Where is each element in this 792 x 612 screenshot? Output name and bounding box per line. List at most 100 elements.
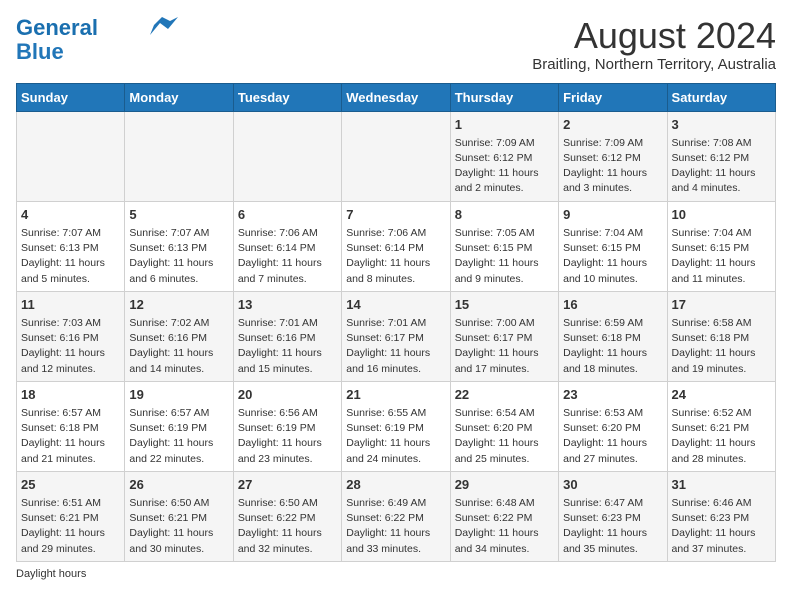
calendar-cell: 10 Sunrise: 7:04 AM Sunset: 6:15 PM Dayli… [667,201,775,291]
day-info: Sunrise: 7:00 AM Sunset: 6:17 PM Dayligh… [455,316,554,377]
calendar-cell: 7 Sunrise: 7:06 AM Sunset: 6:14 PM Daylig… [342,201,450,291]
col-header-friday: Friday [559,83,667,111]
day-info: Sunrise: 7:02 AM Sunset: 6:16 PM Dayligh… [129,316,228,377]
day-number: 25 [21,476,120,494]
day-info: Sunrise: 7:07 AM Sunset: 6:13 PM Dayligh… [21,226,120,287]
calendar-cell: 14 Sunrise: 7:01 AM Sunset: 6:17 PM Dayli… [342,291,450,381]
day-number: 13 [238,296,337,314]
col-header-monday: Monday [125,83,233,111]
day-info: Sunrise: 6:59 AM Sunset: 6:18 PM Dayligh… [563,316,662,377]
day-info: Sunrise: 7:06 AM Sunset: 6:14 PM Dayligh… [346,226,445,287]
day-number: 12 [129,296,228,314]
day-info: Sunrise: 6:57 AM Sunset: 6:19 PM Dayligh… [129,406,228,467]
day-number: 9 [563,206,662,224]
logo-blue: Blue [16,40,64,64]
day-number: 3 [672,116,771,134]
day-info: Sunrise: 6:57 AM Sunset: 6:18 PM Dayligh… [21,406,120,467]
day-number: 4 [21,206,120,224]
day-info: Sunrise: 6:46 AM Sunset: 6:23 PM Dayligh… [672,496,771,557]
calendar-cell: 23Sunrise: 6:53 AM Sunset: 6:20 PM Dayli… [559,381,667,471]
footer-note: Daylight hours [16,568,776,580]
calendar-cell: 20Sunrise: 6:56 AM Sunset: 6:19 PM Dayli… [233,381,341,471]
day-info: Sunrise: 7:03 AM Sunset: 6:16 PM Dayligh… [21,316,120,377]
calendar-cell: 3 Sunrise: 7:08 AM Sunset: 6:12 PM Daylig… [667,111,775,201]
calendar-cell: 27Sunrise: 6:50 AM Sunset: 6:22 PM Dayli… [233,471,341,561]
calendar-table: SundayMondayTuesdayWednesdayThursdayFrid… [16,83,776,562]
calendar-cell: 29Sunrise: 6:48 AM Sunset: 6:22 PM Dayli… [450,471,558,561]
logo-bird-icon [150,17,178,35]
col-header-tuesday: Tuesday [233,83,341,111]
day-info: Sunrise: 7:04 AM Sunset: 6:15 PM Dayligh… [563,226,662,287]
calendar-cell: 15 Sunrise: 7:00 AM Sunset: 6:17 PM Dayli… [450,291,558,381]
calendar-cell: 11Sunrise: 7:03 AM Sunset: 6:16 PM Dayli… [17,291,125,381]
calendar-cell: 19Sunrise: 6:57 AM Sunset: 6:19 PM Dayli… [125,381,233,471]
calendar-cell: 22Sunrise: 6:54 AM Sunset: 6:20 PM Dayli… [450,381,558,471]
logo-general: General [16,15,98,40]
day-number: 7 [346,206,445,224]
day-info: Sunrise: 7:01 AM Sunset: 6:17 PM Dayligh… [346,316,445,377]
calendar-cell [342,111,450,201]
calendar-cell: 21 Sunrise: 6:55 AM Sunset: 6:19 PM Dayli… [342,381,450,471]
day-info: Sunrise: 7:07 AM Sunset: 6:13 PM Dayligh… [129,226,228,287]
day-info: Sunrise: 7:06 AM Sunset: 6:14 PM Dayligh… [238,226,337,287]
day-number: 20 [238,386,337,404]
calendar-subtitle: Braitling, Northern Territory, Australia [532,56,776,73]
calendar-week-3: 11Sunrise: 7:03 AM Sunset: 6:16 PM Dayli… [17,291,776,381]
day-info: Sunrise: 6:47 AM Sunset: 6:23 PM Dayligh… [563,496,662,557]
calendar-cell: 12 Sunrise: 7:02 AM Sunset: 6:16 PM Dayli… [125,291,233,381]
title-block: August 2024 Braitling, Northern Territor… [532,16,776,73]
daylight-hours-label: Daylight hours [16,568,86,580]
day-number: 14 [346,296,445,314]
logo: General Blue [16,16,178,64]
day-info: Sunrise: 6:49 AM Sunset: 6:22 PM Dayligh… [346,496,445,557]
day-info: Sunrise: 7:09 AM Sunset: 6:12 PM Dayligh… [455,136,554,197]
day-info: Sunrise: 7:05 AM Sunset: 6:15 PM Dayligh… [455,226,554,287]
calendar-cell: 8 Sunrise: 7:05 AM Sunset: 6:15 PM Daylig… [450,201,558,291]
day-info: Sunrise: 7:01 AM Sunset: 6:16 PM Dayligh… [238,316,337,377]
calendar-header-row: SundayMondayTuesdayWednesdayThursdayFrid… [17,83,776,111]
calendar-cell [17,111,125,201]
day-number: 6 [238,206,337,224]
calendar-cell: 17Sunrise: 6:58 AM Sunset: 6:18 PM Dayli… [667,291,775,381]
day-number: 17 [672,296,771,314]
calendar-cell: 18Sunrise: 6:57 AM Sunset: 6:18 PM Dayli… [17,381,125,471]
calendar-cell: 31Sunrise: 6:46 AM Sunset: 6:23 PM Dayli… [667,471,775,561]
logo-text: General [16,16,98,40]
calendar-cell: 5 Sunrise: 7:07 AM Sunset: 6:13 PM Daylig… [125,201,233,291]
day-number: 24 [672,386,771,404]
day-number: 28 [346,476,445,494]
calendar-cell: 24 Sunrise: 6:52 AM Sunset: 6:21 PM Dayli… [667,381,775,471]
calendar-week-1: 1 Sunrise: 7:09 AM Sunset: 6:12 PM Daylig… [17,111,776,201]
calendar-cell: 1 Sunrise: 7:09 AM Sunset: 6:12 PM Daylig… [450,111,558,201]
day-info: Sunrise: 7:08 AM Sunset: 6:12 PM Dayligh… [672,136,771,197]
day-number: 1 [455,116,554,134]
calendar-cell: 13 Sunrise: 7:01 AM Sunset: 6:16 PM Dayli… [233,291,341,381]
day-info: Sunrise: 7:04 AM Sunset: 6:15 PM Dayligh… [672,226,771,287]
day-number: 8 [455,206,554,224]
day-info: Sunrise: 7:09 AM Sunset: 6:12 PM Dayligh… [563,136,662,197]
col-header-sunday: Sunday [17,83,125,111]
calendar-week-5: 25Sunrise: 6:51 AM Sunset: 6:21 PM Dayli… [17,471,776,561]
calendar-cell: 6 Sunrise: 7:06 AM Sunset: 6:14 PM Daylig… [233,201,341,291]
day-number: 26 [129,476,228,494]
day-number: 22 [455,386,554,404]
day-info: Sunrise: 6:52 AM Sunset: 6:21 PM Dayligh… [672,406,771,467]
calendar-week-4: 18Sunrise: 6:57 AM Sunset: 6:18 PM Dayli… [17,381,776,471]
calendar-cell: 16Sunrise: 6:59 AM Sunset: 6:18 PM Dayli… [559,291,667,381]
col-header-thursday: Thursday [450,83,558,111]
day-number: 23 [563,386,662,404]
day-number: 21 [346,386,445,404]
calendar-cell [125,111,233,201]
day-number: 30 [563,476,662,494]
day-number: 15 [455,296,554,314]
calendar-title: August 2024 [532,16,776,56]
day-number: 10 [672,206,771,224]
day-info: Sunrise: 6:48 AM Sunset: 6:22 PM Dayligh… [455,496,554,557]
day-info: Sunrise: 6:55 AM Sunset: 6:19 PM Dayligh… [346,406,445,467]
header: General Blue August 2024 Braitling, Nort… [16,16,776,73]
calendar-cell: 28 Sunrise: 6:49 AM Sunset: 6:22 PM Dayli… [342,471,450,561]
col-header-wednesday: Wednesday [342,83,450,111]
day-number: 5 [129,206,228,224]
calendar-cell: 9 Sunrise: 7:04 AM Sunset: 6:15 PM Daylig… [559,201,667,291]
day-info: Sunrise: 6:50 AM Sunset: 6:22 PM Dayligh… [238,496,337,557]
